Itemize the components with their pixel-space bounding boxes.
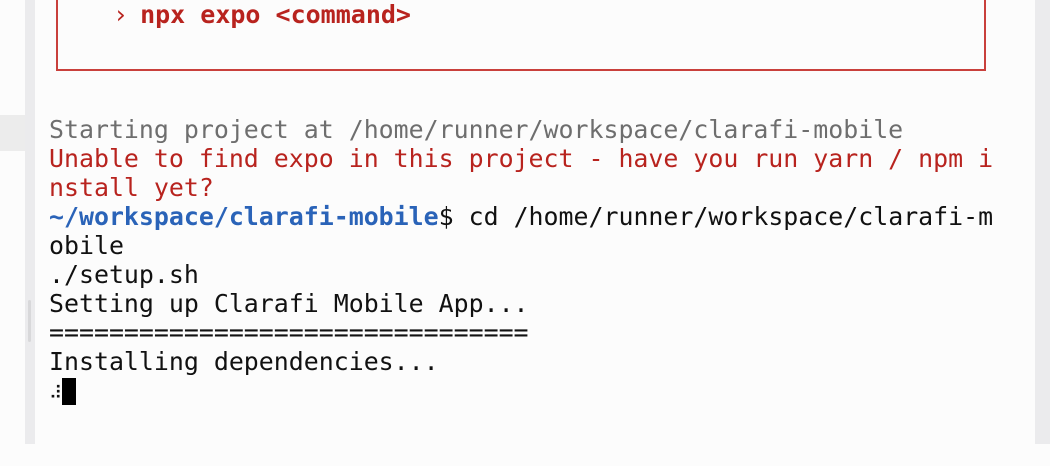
error-line-1: Unable to find expo in this project - ha… <box>49 144 994 173</box>
spinner-icon: ⠼ <box>49 383 63 404</box>
resize-handle[interactable] <box>28 300 31 342</box>
command-text: npx expo <command> <box>140 0 411 29</box>
error-line-2: nstall yet? <box>49 173 214 202</box>
terminal-cursor <box>62 378 77 405</box>
setting-up-line: Setting up Clarafi Mobile App... <box>49 289 529 318</box>
starting-line: Starting project at /home/runner/workspa… <box>49 115 904 144</box>
left-sidebar-edge <box>0 0 25 444</box>
expo-command-hint: › npx expo <command> <box>113 0 411 29</box>
installing-line: Installing dependencies... <box>49 347 439 376</box>
left-panel-selected-item[interactable] <box>0 115 25 151</box>
prompt-path: ~/workspace/clarafi-mobile <box>49 202 439 231</box>
prompt-line: ~/workspace/clarafi-mobile$ cd /home/run… <box>49 202 993 231</box>
scrollbar-track[interactable] <box>1035 0 1050 444</box>
panel-gutter <box>25 0 35 444</box>
command-wrap-line: obile <box>49 231 124 260</box>
chevron-right-icon: › <box>113 0 129 29</box>
command-text: cd /home/runner/workspace/clarafi-m <box>453 202 994 231</box>
separator-line: ================================ <box>49 318 529 347</box>
terminal-output[interactable]: › npx expo <command> Starting project at … <box>35 0 1035 444</box>
prompt-symbol: $ <box>438 202 454 231</box>
setup-line: ./setup.sh <box>49 260 199 289</box>
spinner-line: ⠼ <box>49 376 993 408</box>
